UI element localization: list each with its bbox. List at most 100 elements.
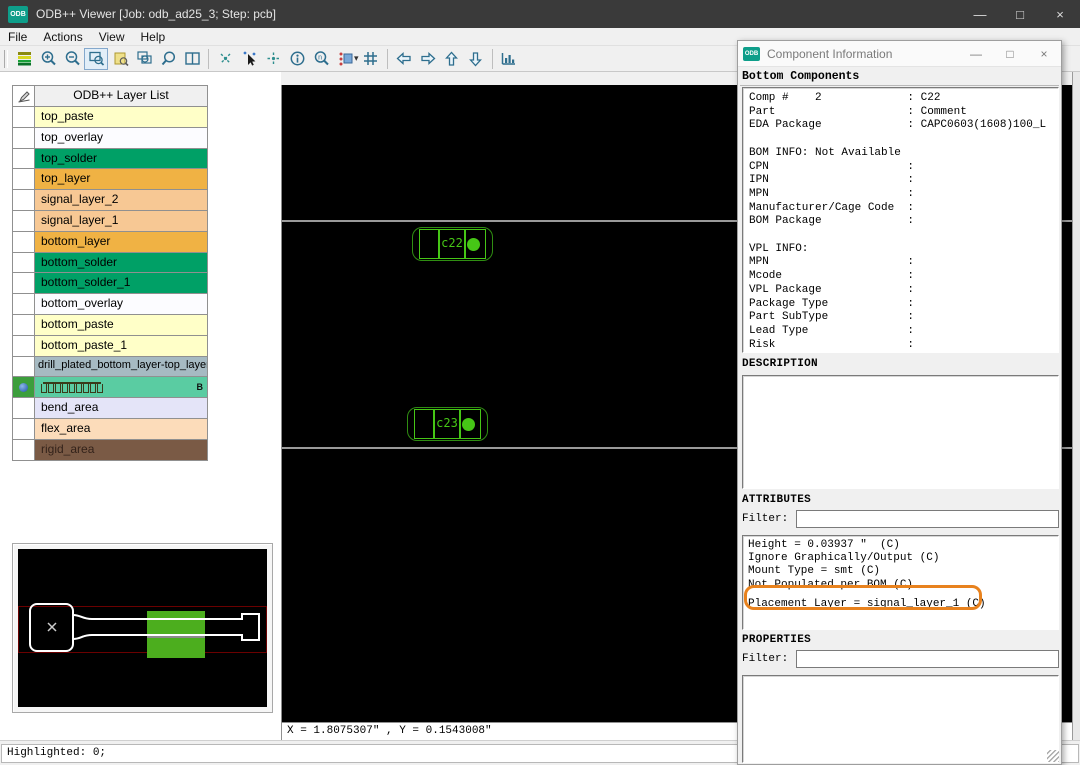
nav-right-button[interactable] xyxy=(416,48,440,70)
select-cursor-button[interactable] xyxy=(237,48,261,70)
menu-help[interactable]: Help xyxy=(133,30,174,44)
layer-name[interactable]: bottom_paste_1 xyxy=(35,336,208,357)
attributes-label: ATTRIBUTES xyxy=(742,494,811,506)
attribute-item[interactable]: Not Populated per BOM (C) xyxy=(743,579,1058,592)
layer-list-button[interactable] xyxy=(12,48,36,70)
layer-edit-header-cell[interactable] xyxy=(13,86,35,107)
layer-row-signal-layer-1[interactable]: signal_layer_1 xyxy=(13,211,208,232)
layer-name[interactable]: bottom_layer xyxy=(35,232,208,253)
layer-name[interactable]: signal_layer_2 xyxy=(35,190,208,211)
zoom-sheet-button[interactable] xyxy=(108,48,132,70)
layer-row-rigid-area[interactable]: rigid_area xyxy=(13,440,208,461)
layer-name[interactable]: bend_area xyxy=(35,398,208,419)
layer-row-drill[interactable]: drill_plated_bottom_layer-top_layer xyxy=(13,357,208,378)
layer-visibility-cell[interactable] xyxy=(13,315,35,336)
zoom-in-button[interactable] xyxy=(36,48,60,70)
layer-visibility-cell[interactable] xyxy=(13,253,35,274)
attributes-filter-input[interactable] xyxy=(796,510,1059,528)
layer-name[interactable]: top_overlay xyxy=(35,128,208,149)
nav-down-button[interactable] xyxy=(464,48,488,70)
layer-row-bottom-solder-1[interactable]: bottom_solder_1 xyxy=(13,273,208,294)
menu-view[interactable]: View xyxy=(91,30,133,44)
zoom-views-button[interactable] xyxy=(132,48,156,70)
dialog-titlebar[interactable]: ODB Component Information — □ × xyxy=(738,41,1061,67)
dialog-maximize-button[interactable]: □ xyxy=(993,41,1027,67)
histogram-button[interactable] xyxy=(497,48,521,70)
close-button[interactable]: × xyxy=(1040,0,1080,28)
maximize-button[interactable]: □ xyxy=(1000,0,1040,28)
layer-visibility-cell[interactable] xyxy=(13,336,35,357)
layer-row-bottom-paste-1[interactable]: bottom_paste_1 xyxy=(13,336,208,357)
layer-visibility-cell[interactable] xyxy=(13,294,35,315)
nav-up-button[interactable] xyxy=(440,48,464,70)
dialog-minimize-button[interactable]: — xyxy=(959,41,993,67)
layer-name[interactable]: bottom_solder_1 xyxy=(35,273,208,294)
description-label: DESCRIPTION xyxy=(742,358,818,370)
zoom-out-button[interactable] xyxy=(60,48,84,70)
layer-visibility-cell[interactable] xyxy=(13,357,35,378)
layer-row-bottom-components[interactable]: B xyxy=(13,377,208,398)
dialog-close-button[interactable]: × xyxy=(1027,41,1061,67)
layer-row-top-solder[interactable]: top_solder xyxy=(13,149,208,170)
layer-row-bottom-solder[interactable]: bottom_solder xyxy=(13,253,208,274)
component-c22[interactable]: c22 xyxy=(412,227,493,261)
layer-row-flex-area[interactable]: flex_area xyxy=(13,419,208,440)
layer-visibility-cell[interactable] xyxy=(13,440,35,461)
layer-name[interactable]: signal_layer_1 xyxy=(35,211,208,232)
canvas-right-edge xyxy=(1072,72,1080,740)
menu-actions[interactable]: Actions xyxy=(35,30,90,44)
layer-visibility-cell[interactable] xyxy=(13,107,35,128)
layer-name[interactable]: top_solder xyxy=(35,149,208,170)
layer-row-top-paste[interactable]: top_paste xyxy=(13,107,208,128)
layer-name[interactable]: rigid_area xyxy=(35,440,208,461)
component-c23[interactable]: c23 xyxy=(407,407,488,441)
properties-filter-input[interactable] xyxy=(796,650,1059,668)
layer-list-icon xyxy=(16,50,33,67)
layer-visibility-cell[interactable] xyxy=(13,190,35,211)
find-component-button[interactable]: n xyxy=(309,48,333,70)
layer-name[interactable]: bottom_solder xyxy=(35,253,208,274)
layer-name[interactable]: bottom_overlay xyxy=(35,294,208,315)
layer-row-signal-layer-2[interactable]: signal_layer_2 xyxy=(13,190,208,211)
pan-zoom-button[interactable] xyxy=(156,48,180,70)
attribute-item[interactable]: Height = 0.03937 " (C) xyxy=(743,539,1058,552)
menu-file[interactable]: File xyxy=(0,30,35,44)
layer-visibility-cell[interactable] xyxy=(13,273,35,294)
toolbar-grip[interactable] xyxy=(4,50,8,68)
layer-name[interactable]: top_layer xyxy=(35,169,208,190)
zoom-window-button[interactable] xyxy=(84,48,108,70)
attribute-item[interactable]: Mount Type = smt (C) xyxy=(743,565,1058,578)
layer-visibility-cell[interactable] xyxy=(13,128,35,149)
attribute-item-placement-layer[interactable]: Placement Layer = signal_layer_1 (C) xyxy=(743,598,1058,611)
board-preview-panel[interactable] xyxy=(12,543,273,713)
layer-visibility-cell[interactable] xyxy=(13,419,35,440)
layer-visibility-cell[interactable] xyxy=(13,149,35,170)
layer-visibility-cell[interactable] xyxy=(13,232,35,253)
snap-points-button[interactable] xyxy=(213,48,237,70)
layer-name[interactable]: flex_area xyxy=(35,419,208,440)
layer-row-top-layer[interactable]: top_layer xyxy=(13,169,208,190)
layer-visibility-cell[interactable] xyxy=(13,398,35,419)
layer-visibility-cell[interactable] xyxy=(13,169,35,190)
layer-name[interactable]: top_paste xyxy=(35,107,208,128)
layer-name[interactable]: bottom_paste xyxy=(35,315,208,336)
nav-left-button[interactable] xyxy=(392,48,416,70)
toolbar-separator xyxy=(387,49,388,69)
split-view-button[interactable] xyxy=(180,48,204,70)
minimize-button[interactable]: — xyxy=(960,0,1000,28)
grid-button[interactable] xyxy=(359,48,383,70)
layer-row-bend-area[interactable]: bend_area xyxy=(13,398,208,419)
pin1-dot-icon xyxy=(462,418,475,431)
layer-row-bottom-paste[interactable]: bottom_paste xyxy=(13,315,208,336)
info-button[interactable] xyxy=(285,48,309,70)
layer-name[interactable]: drill_plated_bottom_layer-top_layer xyxy=(35,357,208,378)
active-layer-indicator-cell[interactable] xyxy=(13,377,35,398)
attribute-item[interactable]: Ignore Graphically/Output (C) xyxy=(743,552,1058,565)
layer-row-top-overlay[interactable]: top_overlay xyxy=(13,128,208,149)
layer-row-bottom-overlay[interactable]: bottom_overlay xyxy=(13,294,208,315)
dialog-resize-grip[interactable] xyxy=(1047,750,1059,762)
layer-visibility-cell[interactable] xyxy=(13,211,35,232)
snap-points-alt-button[interactable] xyxy=(261,48,285,70)
layer-row-bottom-layer[interactable]: bottom_layer xyxy=(13,232,208,253)
layer-name-pattern[interactable]: B xyxy=(35,377,208,398)
